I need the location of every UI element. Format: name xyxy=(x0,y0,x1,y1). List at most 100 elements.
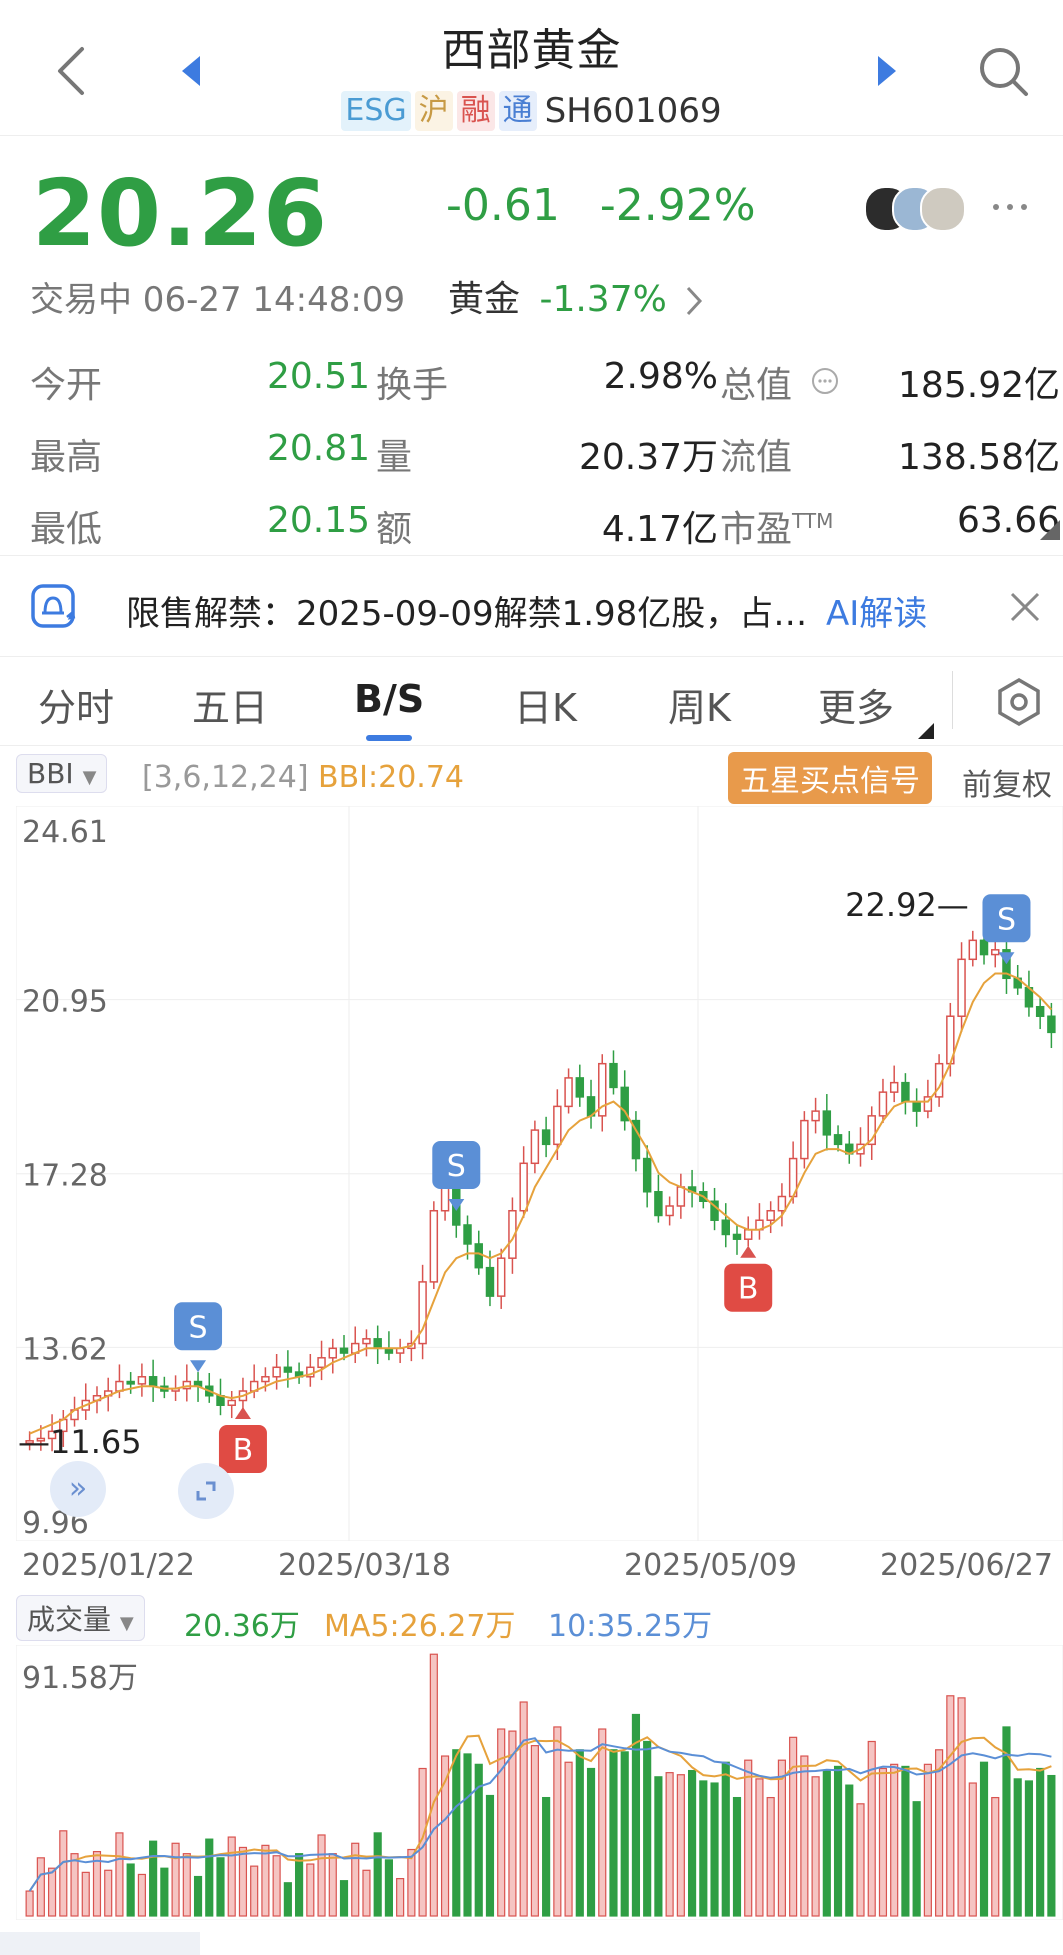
avatar xyxy=(920,186,966,232)
trading-status: 交易中 06-27 14:48:09 xyxy=(30,280,406,320)
top-header: 西部黄金 ESG 沪融通 SH601069 xyxy=(0,0,1063,136)
tab-daily-k[interactable]: 日K xyxy=(514,677,577,732)
community-avatars[interactable] xyxy=(864,186,966,232)
volume-bar xyxy=(542,1796,551,1917)
rong-tag[interactable]: 融 xyxy=(456,91,495,131)
tab-bs[interactable]: B/S xyxy=(354,677,424,721)
tab-intraday[interactable]: 分时 xyxy=(38,677,114,732)
volume-bar xyxy=(710,1782,719,1917)
candle-body xyxy=(642,1157,652,1193)
tab-five-day[interactable]: 五日 xyxy=(192,677,268,732)
tab-divider xyxy=(952,671,953,729)
stat-label: 市盈TTM xyxy=(720,500,833,552)
candle-body xyxy=(676,1186,686,1207)
volume-value: 20.36万 xyxy=(184,1609,300,1644)
expand-corner-icon[interactable] xyxy=(1040,520,1060,540)
bell-notice-icon xyxy=(31,584,76,628)
close-icon[interactable] xyxy=(1008,590,1042,624)
volume-bar xyxy=(362,1869,371,1917)
candle-body xyxy=(339,1347,349,1354)
volume-bar xyxy=(339,1880,349,1917)
tab-more[interactable]: 更多 xyxy=(818,677,894,732)
settings-icon[interactable] xyxy=(994,677,1044,727)
volume-bar xyxy=(598,1728,607,1917)
collapse-arrows-icon[interactable]: » xyxy=(50,1461,106,1517)
volume-bar xyxy=(452,1749,461,1917)
caret-down-icon: ▼ xyxy=(82,767,97,788)
adjust-mode[interactable]: 前复权 xyxy=(962,760,1052,804)
volume-bar xyxy=(81,1871,90,1917)
volume-bar xyxy=(25,1890,34,1917)
more-icon[interactable] xyxy=(990,200,1030,214)
sell-marker-label: S xyxy=(189,1310,208,1345)
info-icon[interactable] xyxy=(810,366,840,396)
y-axis-label: 20.95 xyxy=(22,985,108,1020)
candle-body xyxy=(541,1129,551,1146)
volume-bar xyxy=(643,1740,652,1917)
stat-label: 总值 xyxy=(720,365,793,406)
volume-bar xyxy=(732,1796,742,1917)
stock-name: 西部黄金 xyxy=(441,25,622,76)
ai-read-link[interactable]: AI解读 xyxy=(826,586,927,635)
volume-bar xyxy=(991,1796,1000,1917)
sector-link[interactable]: 黄金 -1.37% xyxy=(448,270,704,322)
volume-bar xyxy=(564,1761,573,1917)
pe-label: 市盈 xyxy=(720,509,793,550)
notice-banner[interactable]: 限售解禁：2025-09-09解禁1.98亿股，占… AI解读 xyxy=(0,555,1063,657)
sell-marker[interactable]: S xyxy=(432,1140,481,1211)
stat-value: 20.15 xyxy=(266,500,370,541)
buy-marker[interactable]: B xyxy=(724,1245,773,1312)
candle-body xyxy=(373,1338,382,1350)
volume-bar xyxy=(295,1853,304,1917)
candlestick-chart[interactable]: SBSBS 24.61 20.95 17.28 13.62 9.96 22.92— —11.… xyxy=(15,805,1063,1542)
volume-chart[interactable]: 91.58万 xyxy=(15,1644,1063,1921)
volume-selector[interactable]: 成交量 ▼ xyxy=(16,1595,145,1641)
volume-bar xyxy=(800,1755,809,1917)
sell-marker-label: S xyxy=(447,1149,466,1184)
volume-bar xyxy=(250,1865,259,1917)
bbi-line xyxy=(29,972,1053,1435)
volume-bar xyxy=(968,1782,977,1917)
next-stock-icon[interactable] xyxy=(874,54,900,88)
tong-tag[interactable]: 通 xyxy=(498,91,537,131)
y-axis-label: 17.28 xyxy=(22,1159,108,1194)
candle-body xyxy=(440,1186,450,1212)
candle-body xyxy=(968,939,978,961)
tab-weekly-k[interactable]: 周K xyxy=(668,677,731,732)
search-icon[interactable] xyxy=(978,46,1030,98)
five-star-signal-button[interactable]: 五星买点信号 xyxy=(728,752,932,804)
candle-body xyxy=(991,949,1000,956)
stats-row: 最高 20.81 量 20.37万 流值 138.58亿 xyxy=(30,428,1060,488)
stat-label: 最低 xyxy=(30,509,103,550)
indicator-selector[interactable]: BBI ▼ xyxy=(16,754,108,793)
volume-bar xyxy=(553,1726,562,1917)
more-dropdown-corner-icon xyxy=(918,723,934,739)
volume-bar xyxy=(115,1832,124,1917)
volume-bar xyxy=(833,1765,843,1917)
volume-bar xyxy=(721,1761,730,1917)
candle-body xyxy=(463,1224,472,1245)
volume-bar xyxy=(822,1769,831,1917)
stat-label: 流值 xyxy=(720,437,793,478)
sell-arrow-icon xyxy=(448,1198,465,1211)
volume-y-tick: 91.58万 xyxy=(22,1661,138,1696)
volume-bar xyxy=(609,1749,618,1917)
notice-text: 限售解禁：2025-09-09解禁1.98亿股，占… xyxy=(126,594,808,634)
y-axis-label: 13.62 xyxy=(22,1332,108,1367)
candle-body xyxy=(822,1110,832,1136)
candle-body xyxy=(530,1129,540,1165)
sell-marker[interactable]: S xyxy=(174,1302,223,1373)
fullscreen-icon[interactable] xyxy=(178,1463,234,1519)
x-axis-label: 2025/05/09 xyxy=(624,1548,797,1583)
sell-marker[interactable]: S xyxy=(982,894,1031,965)
volume-bar xyxy=(104,1869,113,1917)
volume-bar xyxy=(429,1653,438,1917)
stats-row: 今开 20.51 换手 2.98% 总值 185.92亿 xyxy=(30,356,1060,416)
volume-bar xyxy=(384,1859,393,1917)
buy-arrow-icon xyxy=(740,1245,757,1258)
candle-body xyxy=(126,1380,135,1385)
hu-tag[interactable]: 沪 xyxy=(414,91,453,131)
esg-tag[interactable]: ESG xyxy=(341,91,411,131)
volume-bar xyxy=(1013,1778,1022,1917)
x-axis-label: 2025/03/18 xyxy=(278,1548,451,1583)
